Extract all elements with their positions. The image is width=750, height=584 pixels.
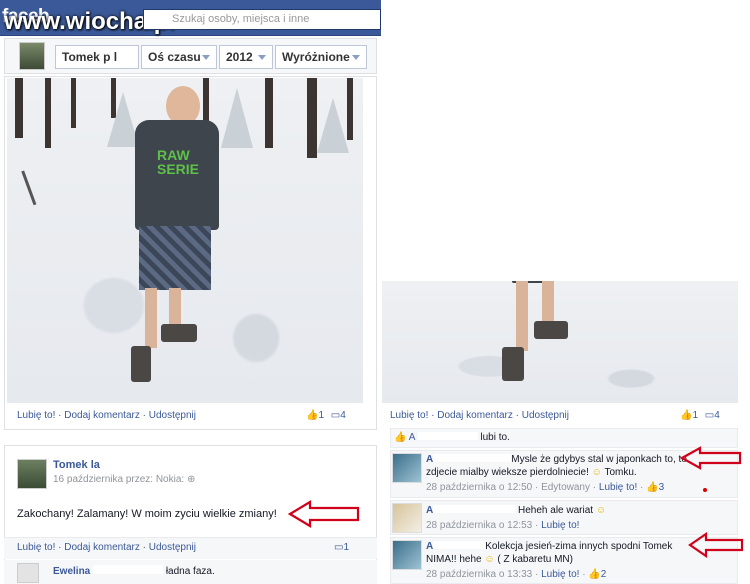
profile-avatar[interactable] — [19, 42, 45, 70]
thumbs-up-icon: 👍 — [646, 482, 659, 493]
smiley-icon: ☺ — [484, 554, 495, 565]
right-post-actions: Lubię to! · Dodaj komentarz · Udostępnij — [390, 410, 570, 421]
comment-text-2: zdjecie mialby wieksze pierdolniecie! — [426, 467, 589, 478]
commenter-name[interactable]: Ewelina — [53, 566, 90, 577]
comment-bubble-icon: ▭ — [704, 410, 715, 421]
like-link[interactable]: Lubię to! — [17, 410, 55, 421]
highlights-dropdown[interactable]: Wyróżnione — [275, 45, 367, 69]
comment-text: Kolekcja jesień-zima innych spodni Tomek — [485, 541, 673, 552]
comment-link[interactable]: Dodaj komentarz — [437, 410, 513, 421]
status-post-actions: Lubię to! · Dodaj komentarz · Udostępnij — [17, 542, 197, 553]
comments-count: 4 — [340, 410, 346, 421]
comment-text-3: ( Z kabaretu MN) — [497, 554, 573, 565]
red-arrow-icon — [680, 446, 742, 470]
comment-text: Mysle że gdybys stal w japonkach to, to — [511, 454, 687, 465]
thumbs-up-icon: 👍 — [394, 432, 407, 443]
chevron-down-icon — [258, 55, 266, 60]
comment-preview: Ewelina ładna faza. — [53, 565, 215, 577]
comments-count: 4 — [714, 410, 720, 421]
like-link[interactable]: Lubię to! — [17, 542, 55, 553]
post-meta: 16 października przez: Nokia: ⊕ — [53, 474, 195, 485]
comment-date[interactable]: 28 października o 12:53 — [426, 520, 532, 531]
red-arrow-icon — [688, 532, 744, 558]
post-counts[interactable]: 👍1 ▭4 — [306, 406, 346, 426]
post-photo[interactable]: RAW SERIE — [7, 78, 363, 403]
comment-date[interactable]: 28 października o 13:33 — [426, 569, 532, 580]
comment-edited[interactable]: Edytowany — [541, 482, 590, 493]
likes-count: 1 — [692, 410, 699, 421]
comment-like-link[interactable]: Lubię to! — [541, 520, 579, 531]
post-meta-text: 16 października przez: Nokia: — [53, 474, 185, 485]
comment-text: Heheh ale wariat — [518, 505, 594, 516]
status-comment-count[interactable]: ▭1 — [334, 538, 349, 558]
comment-author[interactable]: A — [426, 505, 433, 516]
thumbs-up-icon: 👍 — [680, 410, 693, 421]
comments-count: 1 — [343, 542, 350, 553]
author-name[interactable]: Tomek la — [53, 459, 100, 471]
author-avatar[interactable] — [17, 459, 47, 489]
timeline-dropdown-label: Oś czasu — [148, 50, 201, 64]
red-dot — [703, 488, 707, 492]
globe-icon: ⊕ — [186, 474, 196, 485]
comment-body: A Kolekcja jesień-zima innych spodni Tome… — [426, 540, 694, 566]
like-link[interactable]: Lubię to! — [390, 410, 428, 421]
comment-meta: 28 października o 12:53 · Lubię to! — [426, 520, 580, 531]
commenter-avatar[interactable] — [392, 540, 422, 570]
comment-author[interactable]: A — [426, 541, 433, 552]
commenter-avatar[interactable] — [392, 453, 422, 483]
share-link[interactable]: Udostępnij — [149, 542, 196, 553]
year-dropdown-label: 2012 — [226, 50, 253, 64]
comment-text-3: Tomku. — [604, 467, 637, 478]
comment-bubble-icon: ▭ — [330, 410, 341, 421]
comment-meta: 28 października o 12:50 · Edytowany · Lu… — [426, 482, 665, 493]
search-placeholder: Szukaj osoby, miejsca i inne — [172, 13, 310, 25]
comment-tail: ładna faza. — [165, 566, 215, 577]
comment-meta: 28 października o 13:33 · Lubię to! · 👍2 — [426, 569, 607, 580]
name-selector-label: Tomek p l — [62, 50, 118, 64]
thumbs-up-icon: 👍 — [306, 410, 319, 421]
search-input[interactable]: Szukaj osoby, miejsca i inne — [143, 9, 381, 30]
comment-link[interactable]: Dodaj komentarz — [64, 410, 140, 421]
smiley-icon: ☺ — [595, 505, 607, 516]
comment-like-link[interactable]: Lubię to! — [599, 482, 637, 493]
share-link[interactable]: Udostępnij — [149, 410, 196, 421]
share-link[interactable]: Udostępnij — [522, 410, 569, 421]
comment-likes-count[interactable]: 3 — [659, 482, 665, 493]
comment-author[interactable]: A — [426, 454, 433, 465]
chevron-down-icon — [202, 55, 210, 60]
likes-suffix: lubi to. — [480, 432, 510, 443]
thumbs-up-icon: 👍 — [588, 569, 601, 580]
commenter-avatar[interactable] — [17, 563, 39, 583]
likes-summary-text: 👍 A lubi to. — [394, 431, 510, 445]
likes-count: 1 — [318, 410, 325, 421]
post-photo-cropped[interactable] — [382, 281, 738, 403]
commenter-avatar[interactable] — [392, 503, 422, 533]
status-text: Zakochany! Zalamany! W moim zyciu wielki… — [17, 508, 277, 520]
smiley-icon: ☺ — [591, 467, 602, 478]
comment-text-2: NIMA!! hehe — [426, 554, 482, 565]
comment-link[interactable]: Dodaj komentarz — [64, 542, 140, 553]
comment-like-link[interactable]: Lubię to! — [541, 569, 579, 580]
highlights-dropdown-label: Wyróżnione — [282, 50, 350, 64]
comment-date[interactable]: 28 października o 12:50 — [426, 482, 532, 493]
right-post-counts[interactable]: 👍1 ▭4 — [680, 406, 720, 426]
red-arrow-icon — [288, 500, 360, 528]
chevron-down-icon — [352, 55, 360, 60]
name-selector[interactable]: Tomek p l — [55, 45, 139, 69]
timeline-dropdown[interactable]: Oś czasu — [141, 45, 217, 69]
comment-likes-count[interactable]: 2 — [601, 569, 607, 580]
timeline-filter-bar: Tomek p l Oś czasu 2012 Wyróżnione — [4, 38, 377, 74]
liker-name[interactable]: A — [409, 432, 415, 443]
comment-body: A Heheh ale wariat ☺ — [426, 504, 606, 517]
comment-body: A Mysle że gdybys stal w japonkach to, to… — [426, 453, 691, 479]
year-dropdown[interactable]: 2012 — [219, 45, 273, 69]
